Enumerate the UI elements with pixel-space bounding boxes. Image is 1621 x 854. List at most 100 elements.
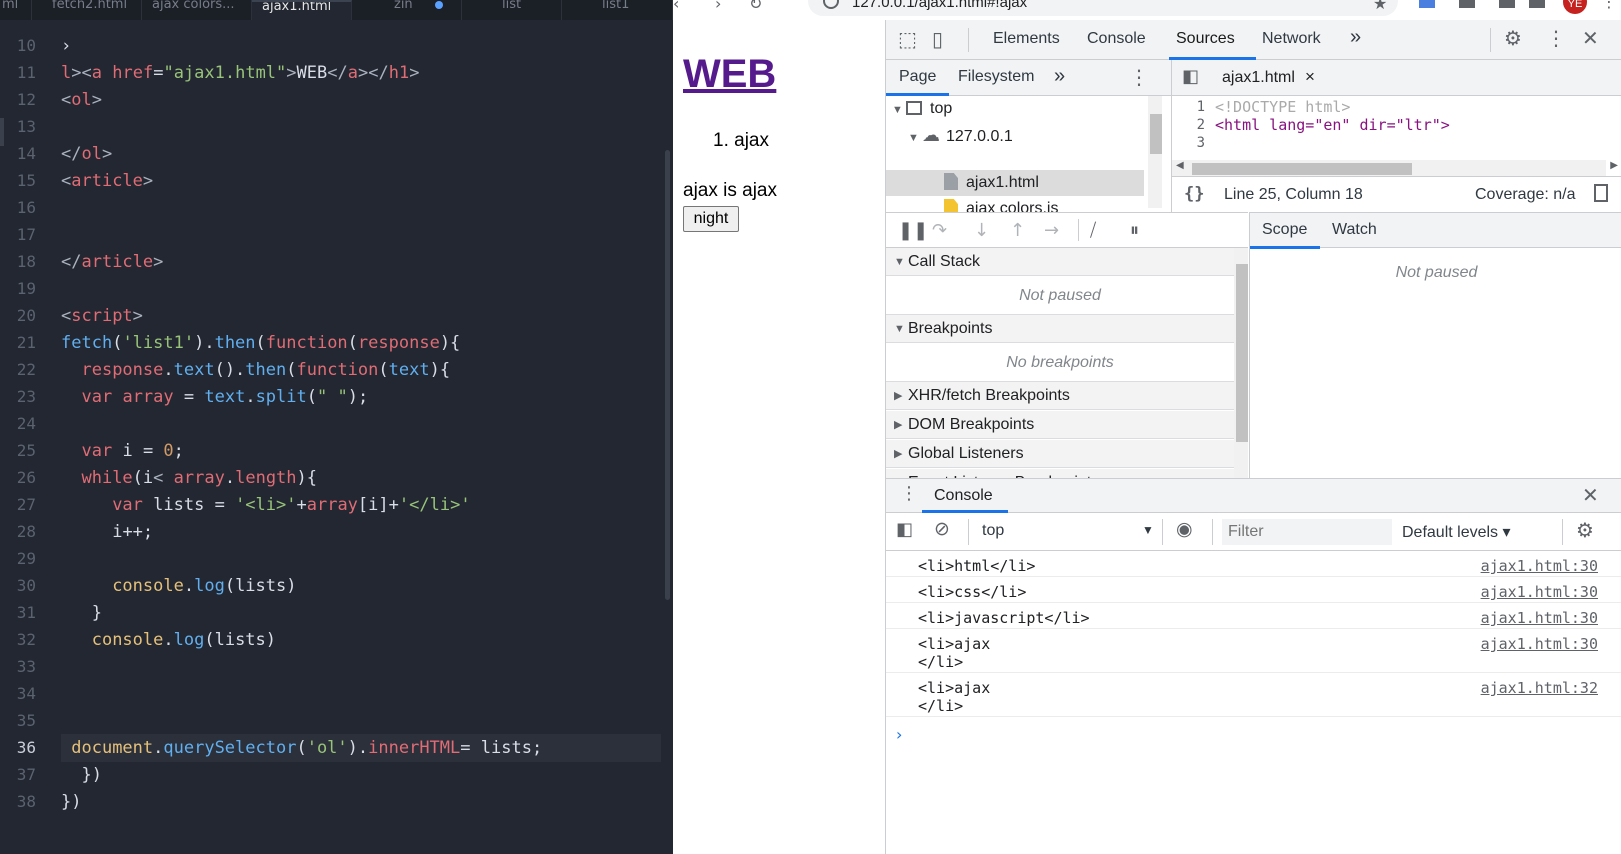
- code-line[interactable]: 16: [0, 194, 665, 222]
- deactivate-breakpoints-icon[interactable]: ⧸: [1090, 220, 1096, 241]
- tab-sources[interactable]: Sources: [1176, 30, 1235, 48]
- reload-icon[interactable]: ↻: [749, 0, 762, 13]
- console-message-source-link[interactable]: ajax1.html:32: [1481, 679, 1598, 697]
- tab-elements[interactable]: Elements: [993, 30, 1060, 48]
- toggle-navigator-icon[interactable]: ◧: [1182, 66, 1199, 87]
- tree-node-top[interactable]: ▼ top: [892, 96, 952, 122]
- navigator-menu-icon[interactable]: ⋮: [1129, 65, 1149, 89]
- extension-icon[interactable]: [1529, 0, 1545, 8]
- back-icon[interactable]: ‹: [673, 0, 679, 13]
- scroll-right-icon[interactable]: ▶: [1610, 160, 1618, 171]
- code-line[interactable]: 21 fetch('list1').then(function(response)…: [0, 329, 665, 357]
- scrollbar-thumb[interactable]: [1192, 163, 1412, 175]
- file-tree[interactable]: ▼ top ▼ ☁ 127.0.0.1 ajax1.html ajax colors.…: [886, 96, 1171, 216]
- source-code-view[interactable]: 1 <!DOCTYPE html> 2 <html lang="en" dir="l…: [1172, 96, 1621, 160]
- devtools-menu-icon[interactable]: ⋮: [1546, 26, 1566, 50]
- code-line[interactable]: 34: [0, 680, 665, 708]
- profile-avatar[interactable]: YE: [1563, 0, 1587, 14]
- section-header[interactable]: ▼ Call Stack: [886, 248, 1234, 276]
- more-navigator-tabs-icon[interactable]: »: [1054, 65, 1065, 88]
- code-line[interactable]: 15 <article>: [0, 167, 665, 195]
- tab-console[interactable]: Console: [1087, 30, 1146, 48]
- code-line[interactable]: 36 document.querySelector('ol').innerHTM…: [0, 734, 665, 762]
- section-header[interactable]: ▶ Global Listeners: [886, 440, 1234, 468]
- console-message-source-link[interactable]: ajax1.html:30: [1481, 635, 1598, 653]
- code-line[interactable]: 10 ›: [0, 32, 665, 60]
- code-line[interactable]: 29: [0, 545, 665, 573]
- code-line[interactable]: 28 i++;: [0, 518, 665, 546]
- close-drawer-icon[interactable]: ✕: [1582, 483, 1599, 507]
- forward-icon[interactable]: ›: [715, 0, 721, 13]
- editor-tab[interactable]: ml: [0, 0, 32, 20]
- code-line[interactable]: 19: [0, 275, 665, 303]
- debugger-scrollbar[interactable]: [1234, 248, 1248, 478]
- pause-icon[interactable]: ❚❚: [898, 220, 928, 241]
- code-line[interactable]: 37 }): [0, 761, 665, 789]
- console-prompt[interactable]: ›: [896, 725, 902, 744]
- code-line[interactable]: 31 }: [0, 599, 665, 627]
- console-settings-gear-icon[interactable]: ⚙: [1576, 518, 1594, 542]
- code-line[interactable]: 35: [0, 707, 665, 735]
- scrollbar-thumb[interactable]: [1236, 264, 1248, 442]
- console-message-source-link[interactable]: ajax1.html:30: [1481, 609, 1598, 627]
- console-message-source-link[interactable]: ajax1.html:30: [1481, 583, 1598, 601]
- close-tab-icon[interactable]: ×: [1305, 67, 1315, 87]
- editor-tab[interactable]: zin: [352, 0, 462, 20]
- code-line[interactable]: 30 console.log(lists): [0, 572, 665, 600]
- tree-node-host[interactable]: ▼ ☁ 127.0.0.1: [908, 122, 1013, 148]
- live-expression-eye-icon[interactable]: ◉: [1176, 518, 1193, 540]
- section-header[interactable]: ▼ Breakpoints: [886, 315, 1234, 343]
- tree-node-file[interactable]: ajax1.html: [944, 170, 1039, 196]
- tab-console-drawer[interactable]: Console: [934, 487, 993, 505]
- editor-tab-active[interactable]: ajax1.html: [252, 0, 352, 20]
- scrollbar-thumb[interactable]: [1150, 114, 1162, 154]
- tab-page[interactable]: Page: [899, 68, 936, 86]
- editor-tab[interactable]: list1: [562, 0, 673, 20]
- drawer-menu-icon[interactable]: ⋮: [900, 483, 918, 504]
- log-levels-dropdown[interactable]: Default levels ▾: [1402, 522, 1511, 542]
- code-line[interactable]: 26 while(i< array.length){: [0, 464, 665, 492]
- toggle-sidebar-icon[interactable]: ◧: [896, 519, 913, 540]
- extension-icon[interactable]: [1499, 0, 1515, 8]
- code-editor[interactable]: ml fetch2.html ajax colors... ajax1.html…: [0, 0, 673, 854]
- code-line[interactable]: 20 <script>: [0, 302, 665, 330]
- code-line[interactable]: 24: [0, 410, 665, 438]
- code-line[interactable]: 33: [0, 653, 665, 681]
- step-icon[interactable]: →: [1044, 220, 1059, 241]
- step-out-icon[interactable]: ↑: [1010, 220, 1025, 241]
- browser-menu-icon[interactable]: ⋮: [1601, 0, 1617, 11]
- code-line[interactable]: 27 var lists = '<li>'+array[i]+'</li>': [0, 491, 665, 519]
- page-heading-link[interactable]: WEB: [683, 52, 776, 97]
- source-horizontal-scrollbar[interactable]: ◀ ▶: [1172, 160, 1618, 176]
- code-line[interactable]: 32 console.log(lists): [0, 626, 665, 654]
- editor-tab[interactable]: fetch2.html: [42, 0, 142, 20]
- code-line[interactable]: 12 <ol>: [0, 86, 665, 114]
- code-line[interactable]: 18 </article>: [0, 248, 665, 276]
- context-selector[interactable]: top: [982, 522, 1004, 540]
- tab-filesystem[interactable]: Filesystem: [958, 68, 1034, 86]
- code-line[interactable]: 14 </ol>: [0, 140, 665, 168]
- clear-console-icon[interactable]: ⊘: [934, 518, 950, 540]
- file-tree-scrollbar[interactable]: [1148, 96, 1162, 208]
- address-bar[interactable]: 127.0.0.1/ajax1.html#!ajax: [808, 0, 1398, 16]
- tab-network[interactable]: Network: [1262, 30, 1321, 48]
- device-toolbar-icon[interactable]: ▯: [932, 27, 943, 51]
- night-button[interactable]: night: [683, 206, 739, 232]
- scroll-left-icon[interactable]: ◀: [1176, 160, 1184, 171]
- code-line[interactable]: 11 l><a href="ajax1.html">WEB</a></h1>: [0, 59, 665, 87]
- step-over-icon[interactable]: ↷: [932, 220, 947, 241]
- editor-tab[interactable]: list: [462, 0, 562, 20]
- context-dropdown-icon[interactable]: ▼: [1142, 523, 1154, 537]
- extension-icon[interactable]: [1459, 0, 1475, 8]
- code-line[interactable]: 13: [0, 113, 665, 141]
- step-into-icon[interactable]: ↓: [974, 220, 989, 241]
- more-tabs-icon[interactable]: »: [1350, 26, 1361, 49]
- inspect-element-icon[interactable]: ⬚: [898, 27, 917, 51]
- code-line[interactable]: 25 var i = 0;: [0, 437, 665, 465]
- pause-on-exceptions-icon[interactable]: ⏸: [1130, 220, 1139, 241]
- code-line[interactable]: 22 response.text().then(function(text){: [0, 356, 665, 384]
- code-line[interactable]: 23 var array = text.split(" ");: [0, 383, 665, 411]
- section-header[interactable]: ▶ DOM Breakpoints: [886, 411, 1234, 439]
- source-tab-label[interactable]: ajax1.html: [1222, 69, 1295, 87]
- extension-icon[interactable]: [1419, 0, 1435, 8]
